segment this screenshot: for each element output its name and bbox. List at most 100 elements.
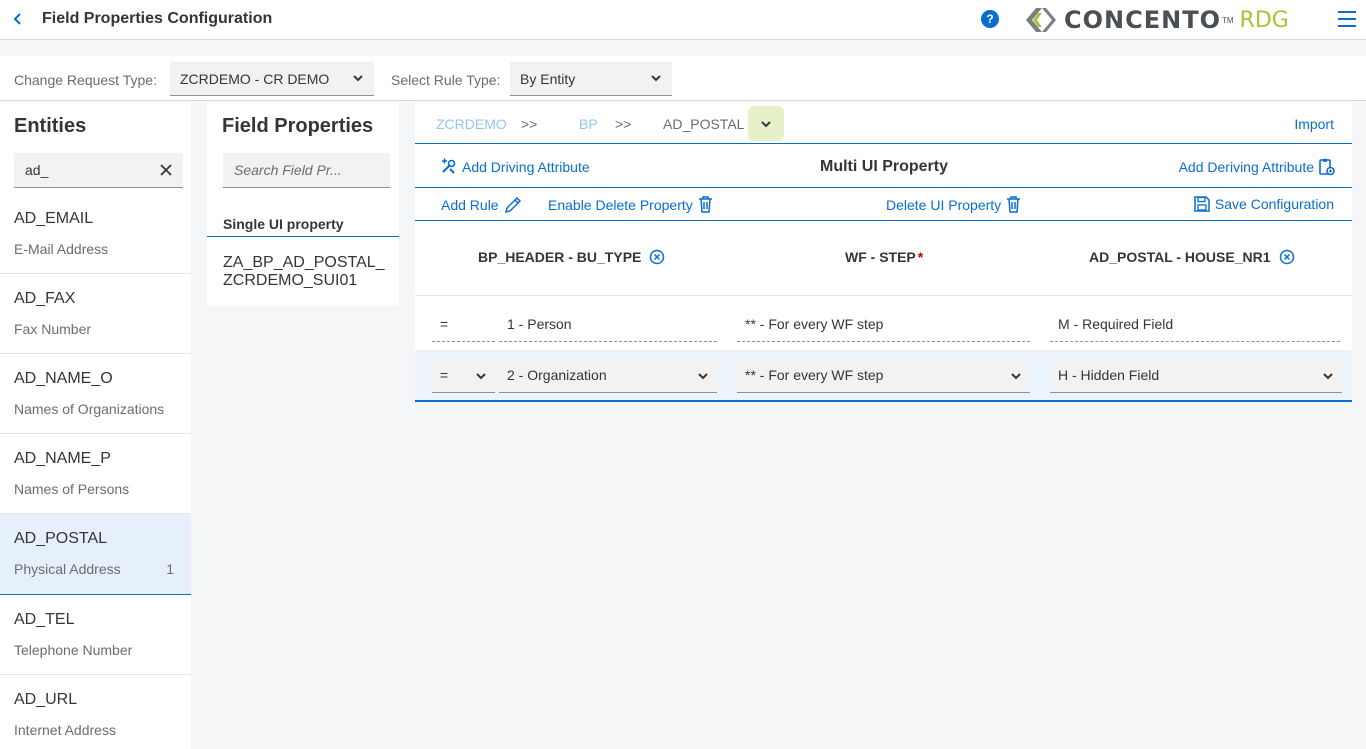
entity-item-ad-email[interactable]: AD_EMAIL E-Mail Address [0,194,191,274]
page-title: Field Properties Configuration [42,10,273,27]
import-link[interactable]: Import [1294,116,1334,132]
add-driving-attribute-button[interactable]: Add Driving Attribute [440,158,590,175]
breadcrumb: ZCRDEMO >> BP >> AD_POSTAL Import [415,102,1352,144]
rule-row[interactable]: = 1 - Person ** - For every WF step M - … [415,296,1352,350]
operator-field: = [432,310,495,342]
change-request-type-select[interactable]: ZCRDEMO - CR DEMO [170,62,374,96]
chevron-down-icon [698,373,708,380]
property-select[interactable]: H - Hidden Field [1050,359,1342,393]
field-property-item-line2: ZCRDEMO_SUI01 [223,272,358,289]
chevron-down-icon [1323,373,1333,380]
clear-icon[interactable] [159,163,173,177]
entity-code: AD_NAME_P [14,450,111,467]
chevron-left-icon [13,13,21,25]
entity-item-ad-tel[interactable]: AD_TEL Telephone Number [0,595,191,675]
entity-item-ad-postal[interactable]: AD_POSTAL Physical Address 1 [0,514,191,595]
add-driving-attribute-label: Add Driving Attribute [462,158,590,175]
chevron-down-icon [651,75,661,82]
entities-title: Entities [14,115,87,137]
logo-suffix: RDG [1239,7,1289,33]
add-rule-label: Add Rule [441,197,499,213]
add-deriving-attribute-icon [1319,158,1335,176]
remove-attribute-icon[interactable] [1279,249,1295,265]
chevron-down-icon [1011,373,1021,380]
entity-search-input[interactable]: ad_ [14,153,183,188]
column-header-house-nr1-label: AD_POSTAL - HOUSE_NR1 [1089,249,1271,265]
field-property-item-line1: ZA_BP_AD_POSTAL_ [223,254,385,271]
multi-ui-property-panel: ZCRDEMO >> BP >> AD_POSTAL Import Add Dr… [415,102,1352,402]
column-header-wf-step: WF - STEP * [845,249,923,265]
rule-toolbar: Add Rule Enable Delete Property Delete U… [415,189,1352,221]
delete-ui-property-button[interactable]: Delete UI Property [886,196,1021,213]
edit-pencil-icon [504,196,521,214]
entity-code: AD_URL [14,691,78,708]
save-configuration-label: Save Configuration [1214,196,1334,212]
entity-desc: Telephone Number [14,642,133,658]
help-icon[interactable]: ? [981,10,999,28]
add-deriving-attribute-button[interactable]: Add Deriving Attribute [1179,158,1335,176]
entity-search-value: ad_ [25,162,49,178]
wf-step-value: ** - For every WF step [745,367,884,383]
breadcrumb-bp[interactable]: BP [579,116,598,132]
entity-item-ad-fax[interactable]: AD_FAX Fax Number [0,274,191,354]
entity-desc: Fax Number [14,321,92,337]
logo-trademark: TM [1221,15,1234,25]
rule-type-select[interactable]: By Entity [510,62,672,96]
bu-type-value: 2 - Organization [507,367,607,383]
breadcrumb-separator: >> [521,116,538,132]
property-value: H - Hidden Field [1058,367,1160,383]
trash-icon [1007,196,1021,213]
field-property-search-input[interactable]: Search Field Pr... [223,153,390,188]
field-property-item[interactable]: ZA_BP_AD_POSTAL_ ZCRDEMO_SUI01 [223,254,393,290]
entity-item-ad-name-p[interactable]: AD_NAME_P Names of Persons [0,434,191,514]
field-property-search-placeholder: Search Field Pr... [234,162,342,178]
bu-type-select[interactable]: 2 - Organization [499,359,717,393]
operator-value: = [440,367,449,383]
rule-row-selected[interactable]: = 2 - Organization ** - For every WF ste… [415,350,1352,402]
breadcrumb-current: AD_POSTAL [663,116,745,132]
add-driving-attribute-icon [442,158,456,174]
save-configuration-button[interactable]: Save Configuration [1194,196,1334,212]
hamburger-menu-icon[interactable] [1338,11,1356,27]
rule-table-header: BP_HEADER - BU_TYPE WF - STEP * AD_POSTA… [415,222,1352,296]
required-marker: * [917,249,924,265]
rule-type-value: By Entity [520,70,576,87]
entity-item-ad-name-o[interactable]: AD_NAME_O Names of Organizations [0,354,191,434]
enable-delete-property-button[interactable]: Enable Delete Property [548,196,713,213]
back-button[interactable] [8,8,28,30]
entity-count: 1 [166,561,174,577]
entity-desc: Names of Persons [14,481,130,497]
property-field: M - Required Field [1050,310,1340,342]
delete-ui-property-label: Delete UI Property [886,196,1002,213]
chevron-down-icon [353,75,363,82]
entity-code: AD_TEL [14,611,75,628]
chevron-down-icon [761,120,771,127]
column-header-wf-step-label: WF - STEP [845,249,916,265]
entity-list: AD_EMAIL E-Mail Address AD_FAX Fax Numbe… [0,194,191,749]
chevron-down-icon [476,373,486,380]
multi-ui-property-title: Multi UI Property [820,158,949,175]
column-header-bu-type-label: BP_HEADER - BU_TYPE [478,249,642,265]
filter-bar: Change Request Type: ZCRDEMO - CR DEMO S… [0,56,1366,101]
save-icon [1194,196,1210,212]
remove-attribute-icon[interactable] [649,249,665,265]
wf-step-select[interactable]: ** - For every WF step [737,359,1030,393]
change-request-type-value: ZCRDEMO - CR DEMO [180,70,330,87]
breadcrumb-dropdown-button[interactable] [748,106,784,141]
add-rule-button[interactable]: Add Rule [441,196,522,214]
breadcrumb-separator: >> [615,116,632,132]
bu-type-field: 1 - Person [499,310,717,342]
entity-desc: Internet Address [14,722,116,738]
attribute-toolbar: Add Driving Attribute Multi UI Property … [415,145,1352,188]
column-header-house-nr1: AD_POSTAL - HOUSE_NR1 [1089,249,1295,265]
entity-item-ad-url[interactable]: AD_URL Internet Address [0,675,191,749]
logo-mark-icon [1026,8,1056,32]
operator-select[interactable]: = [432,359,495,393]
breadcrumb-zcrdemo[interactable]: ZCRDEMO [436,116,507,132]
entity-code: AD_FAX [14,290,76,307]
entity-code: AD_NAME_O [14,370,113,387]
field-properties-panel: Field Properties Search Field Pr... Sing… [207,102,399,306]
add-deriving-attribute-label: Add Deriving Attribute [1178,159,1314,175]
concento-logo: CONCENTO TM RDG [1024,6,1289,34]
entity-desc: Names of Organizations [14,401,165,417]
